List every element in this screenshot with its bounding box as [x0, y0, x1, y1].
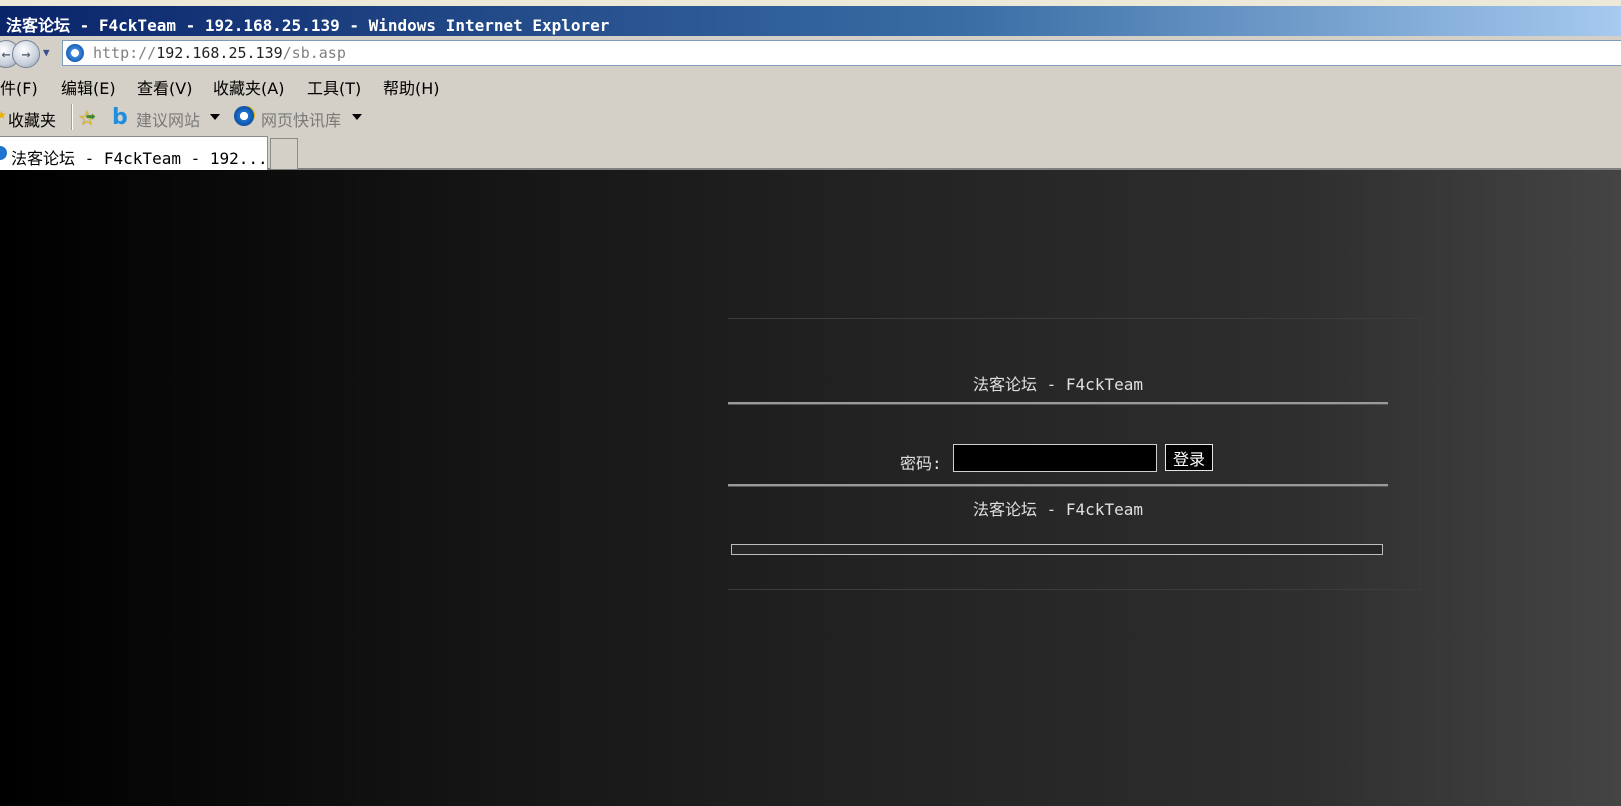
ie-icon	[234, 106, 254, 126]
tab-page-icon	[0, 146, 7, 160]
ie-page-icon	[66, 44, 84, 62]
favorites-star-icon: ★	[0, 108, 7, 122]
url-host: 192.168.25.139	[156, 44, 283, 62]
password-input[interactable]	[953, 444, 1157, 472]
header-divider	[728, 402, 1388, 405]
web-slice-dropdown-icon[interactable]	[352, 114, 362, 120]
forward-button[interactable]: →	[12, 40, 40, 68]
web-slice-gallery-link[interactable]: 网页快讯库	[261, 107, 341, 131]
page-content: 法客论坛 - F4ckTeam 密码: 登录 法客论坛 - F4ckTeam	[0, 170, 1621, 806]
login-button[interactable]: 登录	[1165, 444, 1213, 471]
url-path: /sb.asp	[282, 44, 346, 62]
tab-label: 法客论坛 - F4ckTeam - 192...	[11, 149, 268, 168]
panel-border	[728, 318, 808, 319]
toolbar-separator	[71, 104, 73, 130]
address-input[interactable]: http://192.168.25.139/sb.asp	[62, 40, 1621, 66]
suggested-sites-dropdown-icon[interactable]	[210, 114, 220, 120]
menu-help[interactable]: 帮助(H)	[383, 75, 440, 99]
password-label: 密码:	[900, 454, 942, 473]
favorites-bar: ★ 收藏夹 ☆ ➡ b 建议网站 网页快讯库	[0, 98, 1621, 136]
bing-icon: b	[112, 105, 128, 130]
footer-divider	[728, 484, 1388, 487]
address-toolbar: ← → ▼ http://192.168.25.139/sb.asp	[0, 36, 1621, 73]
suggested-sites-link[interactable]: 建议网站	[136, 107, 200, 131]
panel-footer-title: 法客论坛 - F4ckTeam	[973, 500, 1143, 519]
tab-active[interactable]: 法客论坛 - F4ckTeam - 192...	[0, 136, 268, 170]
recent-pages-dropdown-icon[interactable]: ▼	[43, 46, 50, 59]
menu-bar: 件(F) 编辑(E) 查看(V) 收藏夹(A) 工具(T) 帮助(H)	[0, 72, 1621, 98]
menu-view[interactable]: 查看(V)	[137, 75, 192, 99]
favorites-button[interactable]: 收藏夹	[8, 107, 56, 131]
url-text: http://192.168.25.139/sb.asp	[93, 44, 346, 62]
window-title: 法客论坛 - F4ckTeam - 192.168.25.139 - Windo…	[6, 16, 610, 35]
panel-header-title: 法客论坛 - F4ckTeam	[973, 375, 1143, 394]
window-title-bar: 法客论坛 - F4ckTeam - 192.168.25.139 - Windo…	[0, 0, 1621, 36]
forward-arrow-icon: →	[21, 45, 31, 63]
login-panel: 法客论坛 - F4ckTeam 密码: 登录 法客论坛 - F4ckTeam	[728, 318, 1421, 590]
menu-edit[interactable]: 编辑(E)	[61, 75, 116, 99]
new-tab-button[interactable]	[270, 138, 298, 169]
add-to-favorites-icon[interactable]: ☆ ➡	[78, 106, 96, 130]
tab-bar: 法客论坛 - F4ckTeam - 192...	[0, 136, 1621, 170]
url-scheme: http://	[93, 44, 157, 62]
menu-favorites[interactable]: 收藏夹(A)	[213, 75, 284, 99]
status-bar-box	[731, 544, 1383, 555]
menu-tools[interactable]: 工具(T)	[307, 75, 361, 99]
back-arrow-icon: ←	[1, 45, 11, 63]
menu-file[interactable]: 件(F)	[0, 75, 38, 99]
